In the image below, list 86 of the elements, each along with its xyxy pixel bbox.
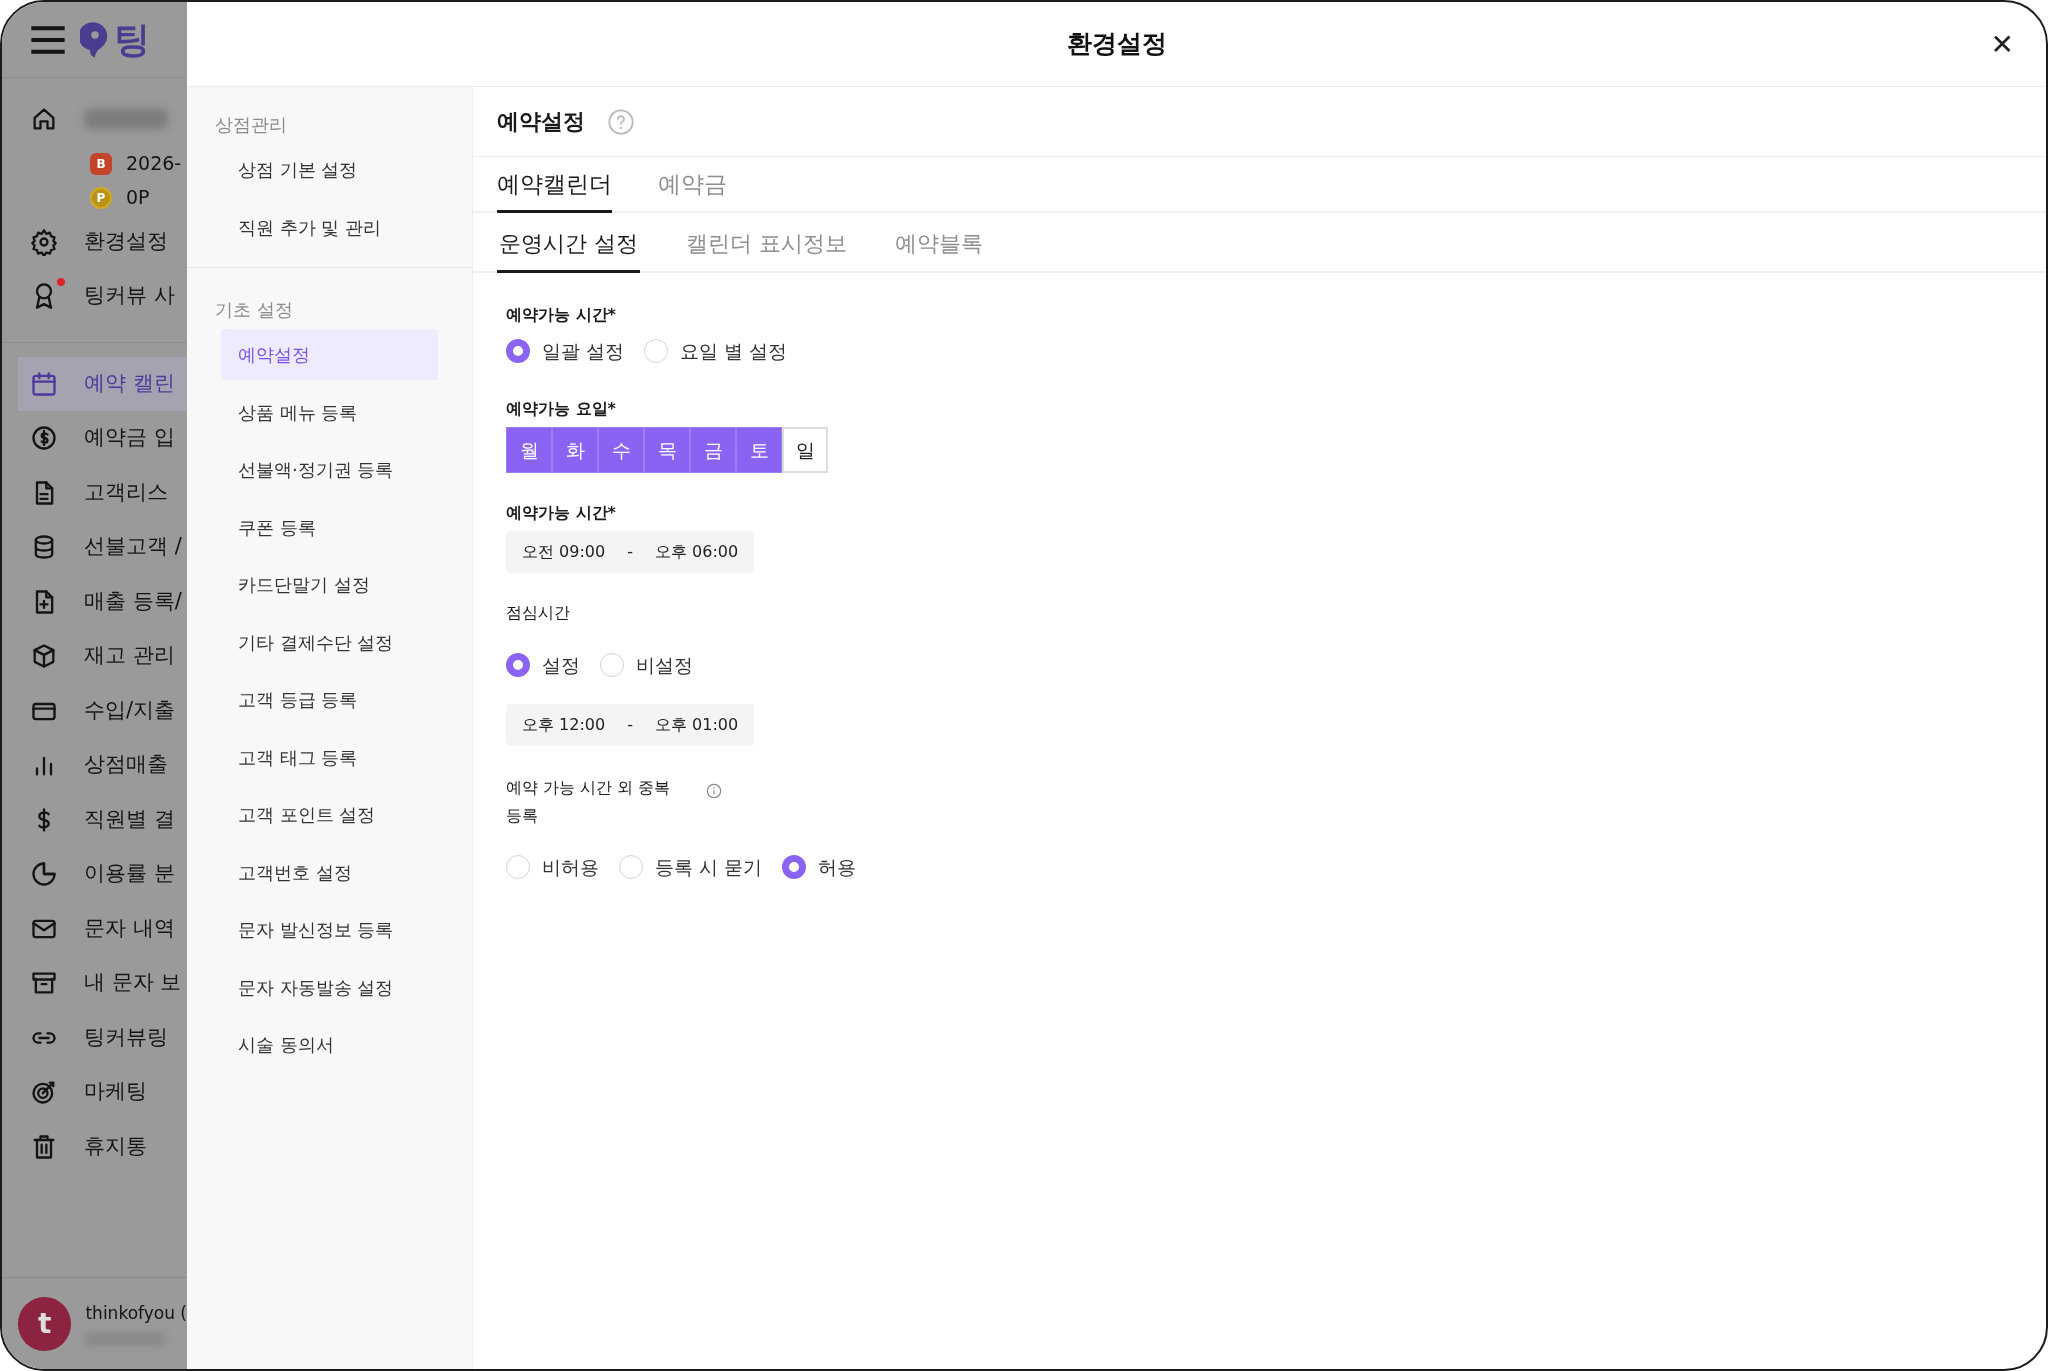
range-separator: - — [627, 541, 633, 563]
nav-item[interactable]: 기타 결제수단 설정 — [221, 616, 438, 668]
nav-item[interactable]: 고객 태그 등록 — [221, 731, 438, 783]
start-time: 오후 12:00 — [522, 713, 606, 736]
user-name: thinkofyou ( — [85, 1301, 187, 1325]
page-title: 예약설정 — [497, 108, 585, 136]
sidebar-item[interactable]: 재고 관리 — [2, 629, 187, 683]
calendar-icon — [30, 369, 58, 398]
sidebar-item[interactable]: 환경설정 — [2, 214, 187, 269]
radio-button[interactable] — [506, 653, 530, 678]
field-label: 점심시간 — [506, 602, 571, 624]
tab[interactable]: 예약캘린더 — [497, 157, 612, 213]
modal-title: 환경설정 — [1066, 28, 1167, 61]
nav-heading: 기초 설정 — [214, 298, 294, 322]
expiry-date: 2026- — [126, 151, 182, 177]
end-time: 오후 01:00 — [655, 713, 739, 736]
sidebar-item[interactable]: 팅커뷰 사 — [2, 269, 187, 323]
start-time: 오전 09:00 — [522, 541, 606, 563]
coin-icon — [30, 424, 58, 452]
nav-item[interactable]: 예약설정 — [221, 329, 438, 380]
info-icon[interactable] — [706, 782, 722, 799]
radio-option[interactable]: 비허용 — [506, 849, 599, 886]
end-time: 오후 06:00 — [655, 541, 739, 563]
sidebar-item[interactable]: 예약 캘린 — [18, 356, 187, 411]
sidebar-item[interactable]: 마케팅 — [2, 1065, 187, 1119]
sidebar-item[interactable]: 고객리스 — [2, 465, 187, 520]
nav-item[interactable]: 고객 등급 등록 — [221, 674, 438, 725]
nav-item[interactable]: 문자 자동발송 설정 — [221, 961, 438, 1013]
gear-icon — [30, 227, 58, 256]
sidebar-item[interactable]: 내 문자 보 — [2, 956, 187, 1010]
notification-dot — [57, 278, 65, 286]
radio-option[interactable]: 비설정 — [600, 647, 693, 684]
field-label: 예약가능 요일* — [506, 398, 617, 420]
nav-item[interactable]: 상품 메뉴 등록 — [221, 386, 438, 438]
sidebar-item[interactable]: 매출 등록/ — [2, 574, 187, 629]
grade-badge: B — [90, 152, 112, 175]
day-toggle[interactable]: 토 — [736, 427, 782, 473]
nav-item[interactable]: 선불액·정기권 등록 — [221, 444, 438, 495]
radio-option[interactable]: 요일 별 설정 — [644, 332, 788, 369]
help-icon[interactable] — [607, 107, 635, 136]
radio-option[interactable]: 등록 시 묻기 — [619, 849, 763, 886]
nav-item[interactable]: 쿠폰 등록 — [221, 501, 438, 553]
day-toggle[interactable]: 화 — [552, 427, 598, 473]
time-range-field[interactable]: 오전 09:00 - 오후 06:00 — [506, 531, 755, 573]
logo-text: 팅 — [114, 17, 150, 62]
sidebar-item[interactable]: 이용률 분 — [2, 847, 187, 901]
day-toggle[interactable]: 월 — [506, 427, 552, 473]
nav-item[interactable]: 시술 동의서 — [221, 1019, 438, 1070]
time-range-field[interactable]: 오후 12:00 - 오후 01:00 — [506, 703, 755, 746]
nav-heading: 상점관리 — [214, 113, 288, 137]
field-label: 예약 가능 시간 외 중복 등록 — [506, 776, 672, 828]
points-badge: P — [90, 186, 112, 209]
user-avatar: t — [18, 1296, 72, 1351]
field-label: 예약가능 시간* — [506, 502, 617, 524]
sidebar-item[interactable]: 휴지통 — [2, 1119, 187, 1174]
nav-item[interactable]: 카드단말기 설정 — [221, 559, 438, 610]
sidebar-item[interactable]: 예약금 입 — [2, 411, 187, 465]
day-toggle[interactable]: 목 — [644, 427, 690, 473]
logo-icon — [80, 20, 110, 59]
day-toggle[interactable]: 수 — [598, 427, 644, 473]
sidebar-item[interactable]: 수입/지출 — [2, 683, 187, 738]
radio-button[interactable] — [782, 855, 807, 880]
nav-item[interactable]: 고객번호 설정 — [221, 846, 438, 898]
box-icon — [30, 642, 58, 670]
nav-item[interactable]: 상점 기본 설정 — [221, 144, 438, 195]
close-button[interactable]: ✕ — [1984, 24, 2020, 66]
points-value: 0P — [126, 185, 150, 211]
nav-item[interactable]: 고객 포인트 설정 — [221, 789, 438, 840]
day-toggle[interactable]: 일 — [782, 427, 828, 473]
nav-item[interactable]: 직원 추가 및 관리 — [221, 201, 438, 253]
nav-item[interactable]: 문자 발신정보 등록 — [221, 904, 438, 955]
field-label: 예약가능 시간* — [506, 303, 617, 326]
sidebar-item[interactable]: 문자 내역 — [2, 901, 187, 956]
pie-chart-icon — [30, 860, 58, 888]
radio-option[interactable]: 일괄 설정 — [506, 332, 625, 369]
sidebar-item[interactable]: 상점매출 — [2, 738, 187, 792]
radio-option[interactable]: 설정 — [506, 647, 580, 684]
tab[interactable]: 운영시간 설정 — [497, 212, 640, 273]
day-toggle[interactable]: 금 — [690, 427, 736, 473]
range-separator: - — [627, 713, 633, 736]
radio-button[interactable] — [506, 338, 530, 363]
sidebar-item[interactable]: 팅커뷰링 — [2, 1010, 187, 1065]
target-icon — [30, 1078, 58, 1106]
sidebar-item[interactable]: 선불고객 / — [2, 520, 187, 574]
radio-option[interactable]: 허용 — [782, 849, 857, 886]
sidebar-item[interactable]: 직원별 결 — [2, 792, 187, 847]
